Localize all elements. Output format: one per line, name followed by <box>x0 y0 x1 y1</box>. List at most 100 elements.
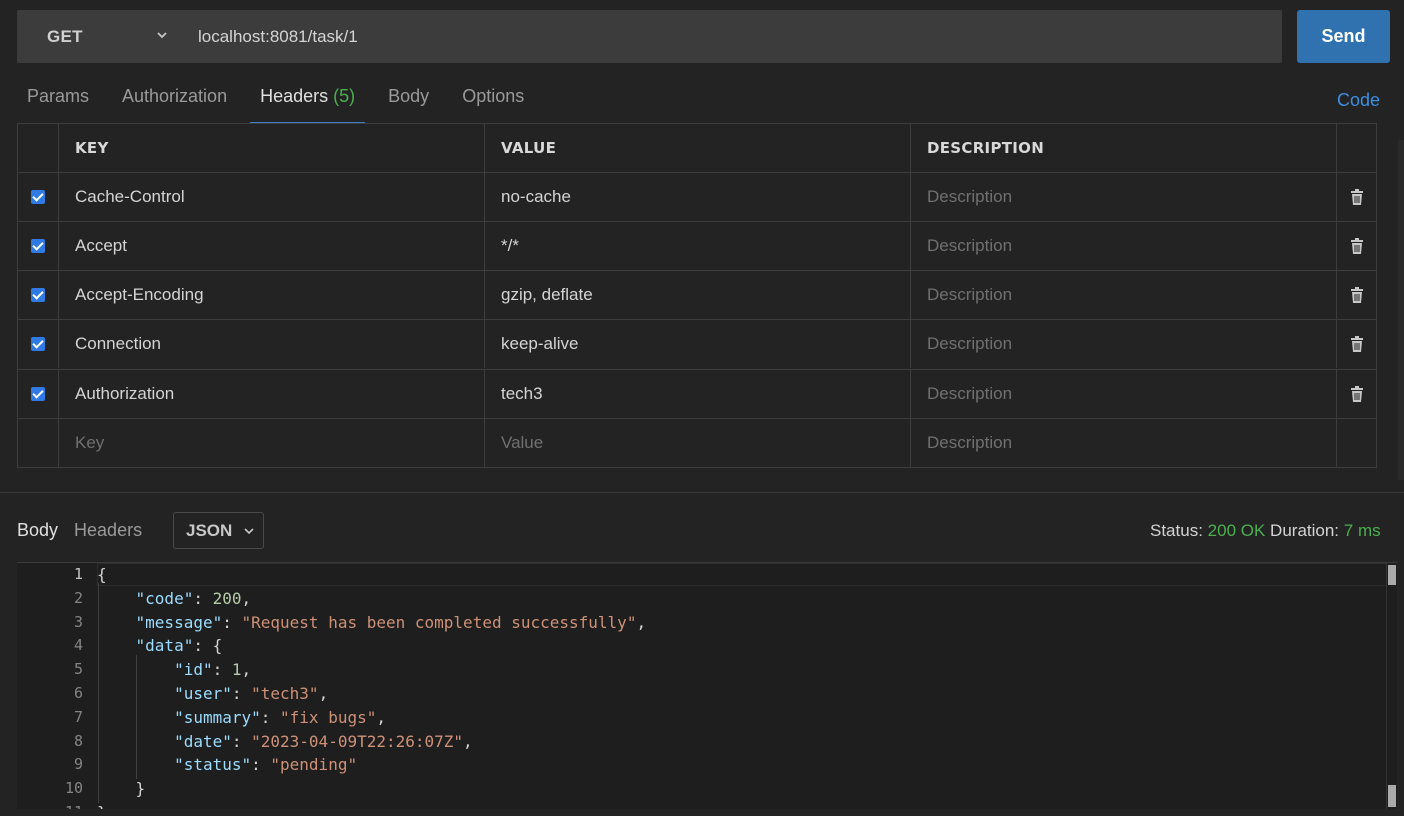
code-token <box>97 589 136 608</box>
scrollbar-thumb[interactable] <box>1388 565 1396 585</box>
line-number: 7 <box>23 708 83 726</box>
column-header-key: KEY <box>59 124 485 172</box>
row-description[interactable]: Description <box>911 370 1337 418</box>
duration-label: Duration: <box>1270 521 1339 540</box>
response-tab-body[interactable]: Body <box>17 520 58 541</box>
code-line: } <box>97 779 145 803</box>
line-number-gutter: 1234567891011 <box>17 563 97 809</box>
code-token: "2023-04-09T22:26:07Z" <box>251 732 463 751</box>
code-content: { "code": 200, "message": "Request has b… <box>97 563 1387 809</box>
chevron-down-icon <box>244 526 254 536</box>
pane-divider[interactable] <box>0 492 1404 493</box>
response-tab-headers[interactable]: Headers <box>74 520 142 541</box>
checkbox-checked-icon[interactable] <box>31 337 45 351</box>
table-row: Connection keep-alive Description <box>18 319 1377 368</box>
row-description[interactable]: Description <box>911 173 1337 221</box>
method-select[interactable]: GET <box>17 10 187 63</box>
trash-icon[interactable] <box>1350 287 1364 303</box>
row-check-cell <box>18 320 59 368</box>
trash-icon[interactable] <box>1350 386 1364 402</box>
row-action-cell <box>1337 222 1377 270</box>
response-status: Status: 200 OK Duration: 7 ms <box>1150 521 1381 541</box>
indent-guide <box>136 655 137 779</box>
column-header-description: DESCRIPTION <box>911 124 1337 172</box>
code-token <box>97 636 136 655</box>
method-label: GET <box>47 27 83 47</box>
row-action-cell <box>1337 419 1377 467</box>
tab-label: Authorization <box>122 86 227 106</box>
header-check-cell <box>18 124 59 172</box>
new-key-input[interactable]: Key <box>59 419 485 467</box>
row-key[interactable]: Accept <box>59 222 485 270</box>
tab-headers[interactable]: Headers (5) <box>250 70 365 124</box>
url-input[interactable]: localhost:8081/task/1 <box>198 10 358 63</box>
code-token: "Request has been completed successfully… <box>242 613 637 632</box>
line-number: 1 <box>23 565 83 583</box>
checkbox-checked-icon[interactable] <box>31 387 45 401</box>
new-value-input[interactable]: Value <box>485 419 911 467</box>
format-label: JSON <box>186 521 232 541</box>
indent-guide <box>98 583 99 803</box>
row-description[interactable]: Description <box>911 271 1337 319</box>
row-key[interactable]: Connection <box>59 320 485 368</box>
trash-icon[interactable] <box>1350 238 1364 254</box>
code-line: "user": "tech3", <box>97 684 328 708</box>
line-number: 3 <box>23 613 83 631</box>
status-label: Status: <box>1150 521 1203 540</box>
code-token: : <box>232 684 251 703</box>
editor-scrollbar[interactable] <box>1386 563 1397 809</box>
code-token: "fix bugs" <box>280 708 376 727</box>
send-button[interactable]: Send <box>1297 10 1390 63</box>
code-token: "data" <box>136 636 194 655</box>
code-line: "id": 1, <box>97 660 251 684</box>
code-token: } <box>97 779 145 798</box>
row-value[interactable]: keep-alive <box>485 320 911 368</box>
line-number: 10 <box>23 779 83 797</box>
row-check-cell <box>18 370 59 418</box>
response-body-editor[interactable]: 1234567891011 { "code": 200, "message": … <box>17 562 1397 809</box>
request-tabs: Params Authorization Headers (5) Body Op… <box>17 70 547 124</box>
row-description[interactable]: Description <box>911 222 1337 270</box>
tab-label: Options <box>462 86 524 106</box>
line-number: 2 <box>23 589 83 607</box>
code-token: : { <box>193 636 222 655</box>
row-description[interactable]: Description <box>911 320 1337 368</box>
tab-options[interactable]: Options <box>452 70 534 122</box>
checkbox-checked-icon[interactable] <box>31 239 45 253</box>
tab-params[interactable]: Params <box>17 70 99 122</box>
row-action-cell <box>1337 173 1377 221</box>
row-value[interactable]: gzip, deflate <box>485 271 911 319</box>
format-select[interactable]: JSON <box>173 512 264 549</box>
scrollbar-thumb[interactable] <box>1388 785 1396 807</box>
code-token: : <box>261 708 280 727</box>
column-header-value: VALUE <box>485 124 911 172</box>
row-key[interactable]: Accept-Encoding <box>59 271 485 319</box>
code-token: "user" <box>174 684 232 703</box>
row-action-cell <box>1337 370 1377 418</box>
tab-authorization[interactable]: Authorization <box>112 70 237 122</box>
table-header-row: KEY VALUE DESCRIPTION <box>18 124 1377 172</box>
row-value[interactable]: no-cache <box>485 173 911 221</box>
row-value[interactable]: */* <box>485 222 911 270</box>
header-action-cell <box>1337 124 1377 172</box>
code-link[interactable]: Code <box>1337 90 1380 111</box>
line-number: 8 <box>23 732 83 750</box>
code-token: "pending" <box>270 755 357 774</box>
tab-body[interactable]: Body <box>378 70 439 122</box>
code-token: , <box>376 708 386 727</box>
code-token: "message" <box>136 613 223 632</box>
trash-icon[interactable] <box>1350 189 1364 205</box>
line-number: 9 <box>23 755 83 773</box>
code-token: , <box>463 732 473 751</box>
line-number: 4 <box>23 636 83 654</box>
request-scrollbar[interactable] <box>1398 140 1404 480</box>
trash-icon[interactable] <box>1350 336 1364 352</box>
new-description-input[interactable]: Description <box>911 419 1337 467</box>
row-key[interactable]: Cache-Control <box>59 173 485 221</box>
checkbox-checked-icon[interactable] <box>31 190 45 204</box>
row-check-cell <box>18 222 59 270</box>
row-key[interactable]: Authorization <box>59 370 485 418</box>
row-value[interactable]: tech3 <box>485 370 911 418</box>
checkbox-checked-icon[interactable] <box>31 288 45 302</box>
code-token: , <box>242 660 252 679</box>
